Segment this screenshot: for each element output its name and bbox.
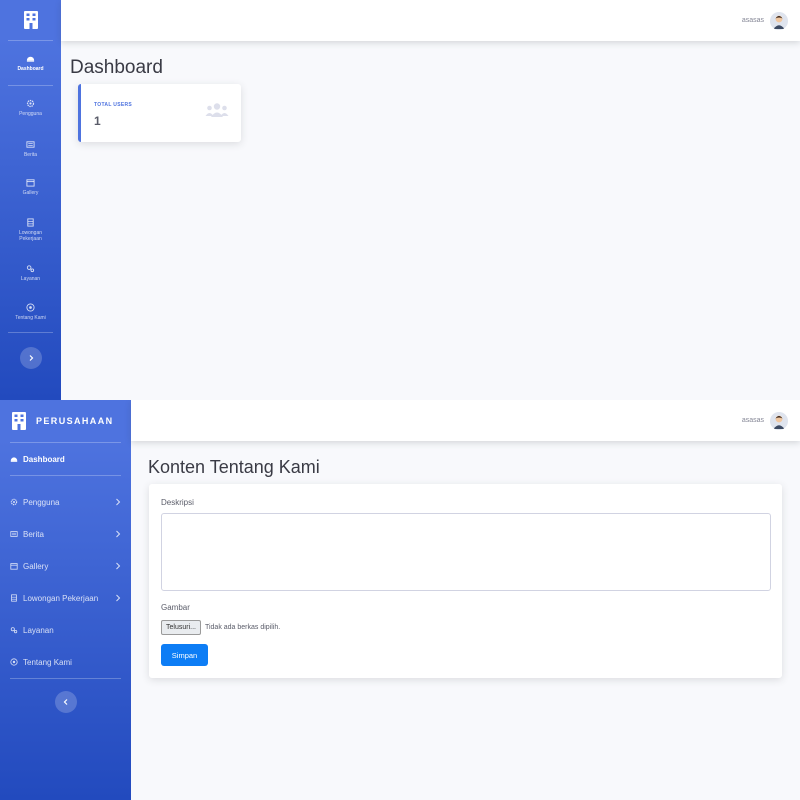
sidebar-item-lowongan[interactable]: Lowongan Pekerjaan xyxy=(0,582,131,614)
total-users-card: Total Users 1 xyxy=(78,84,241,142)
sidebar-item-dashboard[interactable]: Dashboard xyxy=(0,41,61,85)
sidebar-item-label: Berita xyxy=(23,529,44,539)
about-content-screen: PERUSAHAAN Dashboard Pengguna Berita Gal… xyxy=(0,400,800,800)
chevron-right-icon xyxy=(29,355,33,361)
save-button[interactable]: Simpan xyxy=(161,644,208,666)
calendar-icon xyxy=(26,179,35,187)
sidebar-item-label: Dashboard xyxy=(23,454,65,464)
sidebar: PERUSAHAAN Dashboard Pengguna Berita Gal… xyxy=(0,400,131,800)
stat-label: Total Users xyxy=(94,102,133,108)
topbar: asasas xyxy=(61,0,800,41)
sidebar-item-tentang-kami[interactable]: Tentang Kami xyxy=(0,646,131,678)
sidebar-item-pengguna[interactable]: Pengguna xyxy=(0,86,61,130)
sidebar-item-berita[interactable]: Berita xyxy=(0,130,61,168)
brand-name: PERUSAHAAN xyxy=(36,416,114,426)
chevron-right-icon xyxy=(116,530,121,538)
info-circle-icon xyxy=(10,658,18,666)
sidebar-item-label: Berita xyxy=(23,152,38,158)
sidebar-brand[interactable] xyxy=(0,0,61,40)
cogs-icon xyxy=(26,265,35,273)
user-avatar[interactable] xyxy=(770,411,788,430)
cog-icon xyxy=(26,99,35,108)
newspaper-icon xyxy=(26,141,35,148)
sidebar-toggle-button[interactable] xyxy=(19,347,42,369)
browse-file-button[interactable]: Telusuri... xyxy=(161,620,201,635)
avatar-icon xyxy=(770,11,788,30)
chevron-left-icon xyxy=(63,699,67,705)
page-title: Dashboard xyxy=(70,57,163,78)
building-logo-icon xyxy=(12,412,26,430)
building-icon xyxy=(11,594,17,602)
cog-icon xyxy=(10,498,18,506)
chevron-right-icon xyxy=(116,498,121,506)
image-label: Gambar xyxy=(161,603,190,612)
username-label[interactable]: asasas xyxy=(742,417,764,424)
sidebar-item-dashboard[interactable]: Dashboard xyxy=(0,443,131,475)
sidebar-item-label: Gallery xyxy=(23,561,49,571)
page-title: Konten Tentang Kami xyxy=(148,457,320,477)
sidebar-item-layanan[interactable]: Layanan xyxy=(0,254,61,292)
sidebar-item-tentang-kami[interactable]: Tentang Kami xyxy=(0,292,61,332)
description-textarea[interactable] xyxy=(161,513,771,591)
topbar: asasas xyxy=(131,400,800,441)
username-label[interactable]: asasas xyxy=(742,17,764,24)
sidebar-item-layanan[interactable]: Layanan xyxy=(0,614,131,646)
sidebar-item-gallery[interactable]: Gallery xyxy=(0,168,61,206)
cogs-icon xyxy=(10,627,18,634)
sidebar-item-label: Layanan xyxy=(20,276,41,282)
info-circle-icon xyxy=(26,303,35,312)
chevron-right-icon xyxy=(116,562,121,570)
dashboard-gauge-icon xyxy=(10,457,18,462)
sidebar-item-label: Pengguna xyxy=(23,497,60,507)
dashboard-screen: Dashboard Pengguna Berita Gallery Lowong… xyxy=(0,0,800,400)
sidebar-item-label: Gallery xyxy=(22,190,39,196)
sidebar-item-label: Lowongan Pekerjaan xyxy=(23,593,99,603)
sidebar-item-label: Dashboard xyxy=(17,66,44,72)
sidebar-item-lowongan[interactable]: Lowongan Pekerjaan xyxy=(0,206,61,254)
chevron-right-icon xyxy=(116,594,121,602)
sidebar-item-label: Layanan xyxy=(23,625,54,635)
user-avatar[interactable] xyxy=(770,11,788,30)
sidebar-item-label: Tentang Kami xyxy=(23,657,72,667)
users-icon xyxy=(205,103,229,117)
calendar-icon xyxy=(10,563,18,570)
newspaper-icon xyxy=(10,531,18,537)
building-logo-icon xyxy=(23,11,38,29)
sidebar-item-berita[interactable]: Berita xyxy=(0,518,131,550)
description-label: Deskripsi xyxy=(161,498,194,507)
avatar-icon xyxy=(770,411,788,430)
building-icon xyxy=(27,218,34,227)
about-form-card: Deskripsi Gambar Telusuri... Tidak ada b… xyxy=(149,484,782,678)
sidebar-brand[interactable]: PERUSAHAAN xyxy=(0,400,131,442)
stat-value: 1 xyxy=(94,114,101,128)
sidebar: Dashboard Pengguna Berita Gallery Lowong… xyxy=(0,0,61,400)
sidebar-item-label: Tentang Kami xyxy=(15,315,46,321)
sidebar-item-label: Lowongan Pekerjaan xyxy=(18,230,43,242)
sidebar-item-pengguna[interactable]: Pengguna xyxy=(0,486,131,518)
image-file-input[interactable]: Telusuri... Tidak ada berkas dipilih. xyxy=(161,620,280,635)
file-status-text: Tidak ada berkas dipilih. xyxy=(204,624,281,631)
sidebar-toggle-button[interactable] xyxy=(54,691,77,713)
dashboard-gauge-icon xyxy=(26,56,35,62)
sidebar-item-label: Pengguna xyxy=(19,111,42,117)
sidebar-item-gallery[interactable]: Gallery xyxy=(0,550,131,582)
